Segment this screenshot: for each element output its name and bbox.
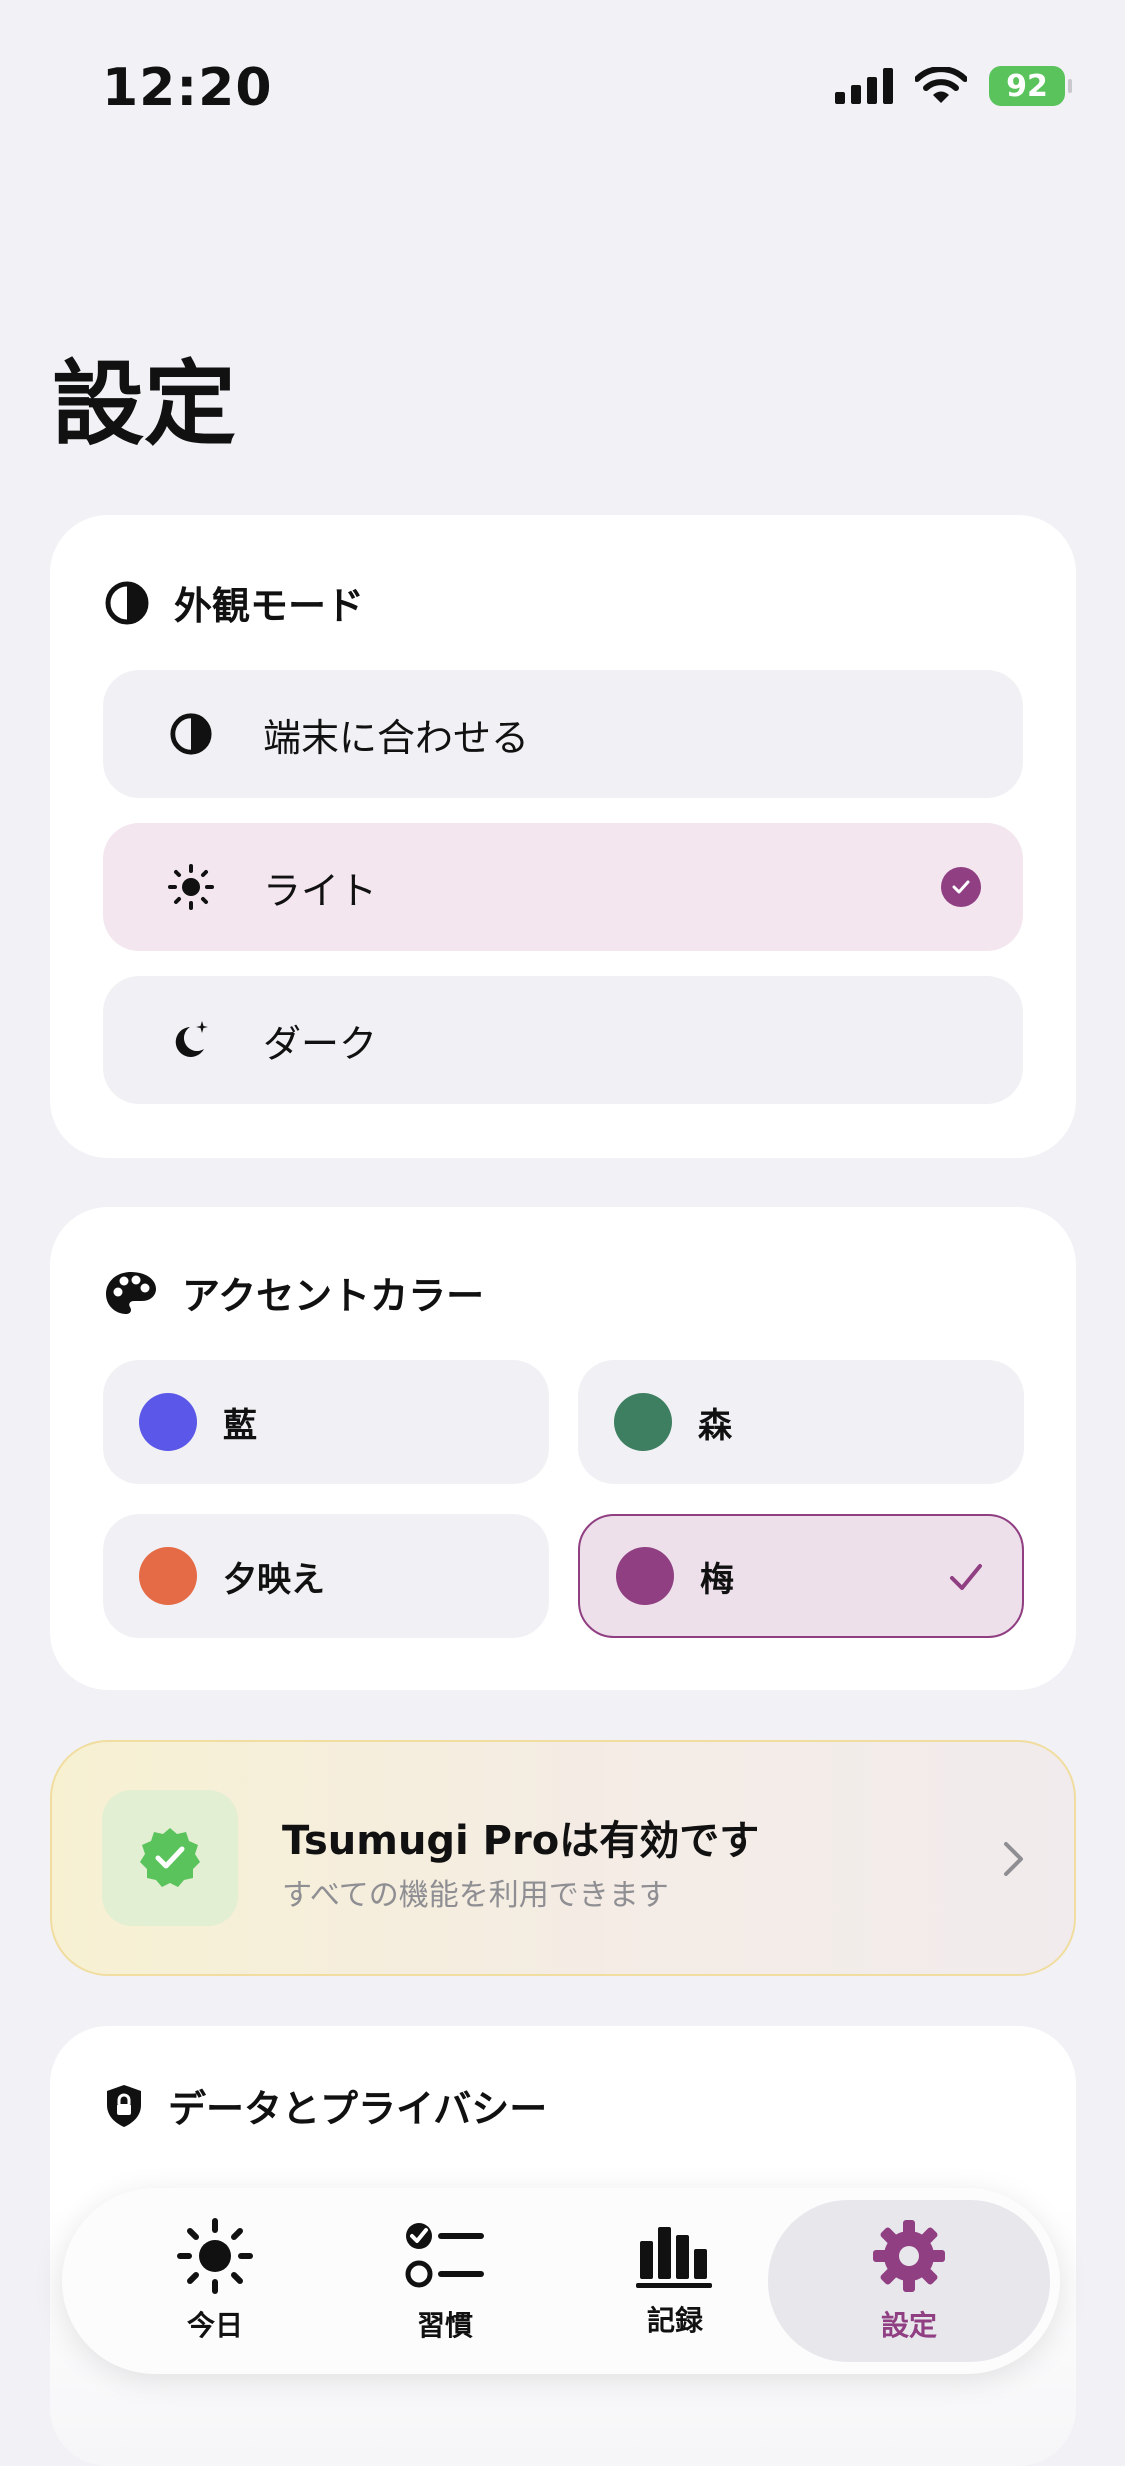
status-icons: 92	[835, 66, 1072, 106]
tab-label: 記録	[646, 2304, 703, 2337]
checkmark-icon	[950, 1564, 982, 1590]
pro-title: Tsumugi Proは有効です	[282, 1818, 760, 1864]
privacy-header-label: データとプライバシー	[168, 2087, 548, 2131]
palette-icon	[106, 1271, 156, 1314]
sun-icon	[168, 864, 214, 910]
accent-option-ume[interactable]: 梅	[578, 1514, 1024, 1638]
verified-badge-icon	[140, 1828, 200, 1887]
signal-icon	[835, 68, 893, 104]
shield-lock-icon	[107, 2084, 141, 2127]
accent-card: アクセントカラー 藍 森 夕映え 梅	[50, 1207, 1076, 1690]
accent-label: 森	[698, 1405, 732, 1446]
accent-label: 藍	[223, 1405, 257, 1446]
accent-label: 梅	[700, 1559, 734, 1600]
pro-status-card[interactable]: Tsumugi Proは有効です すべての機能を利用できます	[50, 1740, 1076, 1976]
tab-bar: 今日 習慣 記録 設定	[62, 2188, 1060, 2374]
tab-label: 習慣	[416, 2309, 473, 2342]
accent-option-ai[interactable]: 藍	[103, 1360, 549, 1484]
half-circle-icon	[105, 581, 149, 624]
pro-subtitle: すべての機能を利用できます	[282, 1878, 669, 1913]
appearance-option-light[interactable]: ライト	[103, 823, 1023, 951]
tab-label: 設定	[880, 2309, 937, 2342]
wifi-icon	[915, 67, 967, 103]
tab-label: 今日	[186, 2309, 243, 2342]
selected-check-icon	[941, 867, 981, 907]
appearance-card: 外観モード 端末に合わせる ライト ダーク	[50, 515, 1076, 1158]
page-title: 設定	[52, 351, 237, 458]
status-time: 12:20	[102, 58, 273, 118]
tab-settings[interactable]: 設定	[768, 2200, 1050, 2362]
option-label: 端末に合わせる	[263, 715, 530, 760]
tab-records[interactable]: 記録	[560, 2188, 790, 2374]
battery-indicator: 92	[989, 66, 1072, 106]
option-label: ダーク	[263, 1021, 378, 1066]
accent-label: 夕映え	[223, 1559, 325, 1600]
color-swatch	[139, 1547, 197, 1605]
accent-header: アクセントカラー	[104, 1265, 484, 1320]
chevron-right-icon	[1004, 1842, 1023, 1876]
sun-icon	[177, 2218, 253, 2294]
appearance-option-system[interactable]: 端末に合わせる	[103, 670, 1023, 798]
tab-today[interactable]: 今日	[100, 2188, 330, 2374]
color-swatch	[616, 1547, 674, 1605]
appearance-header: 外観モード	[104, 575, 364, 630]
half-circle-icon	[170, 713, 212, 755]
pro-badge	[102, 1790, 238, 1926]
checklist-icon	[405, 2223, 484, 2288]
privacy-header: データとプライバシー	[104, 2078, 547, 2133]
accent-header-label: アクセントカラー	[182, 1274, 485, 1318]
accent-option-yuubae[interactable]: 夕映え	[103, 1514, 549, 1638]
appearance-header-label: 外観モード	[174, 584, 365, 628]
tab-habits[interactable]: 習慣	[330, 2188, 560, 2374]
bar-chart-icon	[636, 2227, 712, 2288]
accent-option-mori[interactable]: 森	[578, 1360, 1024, 1484]
color-swatch	[614, 1393, 672, 1451]
option-label: ライト	[263, 868, 378, 913]
battery-level: 92	[1006, 68, 1048, 104]
gear-icon	[873, 2220, 945, 2292]
appearance-option-dark[interactable]: ダーク	[103, 976, 1023, 1104]
color-swatch	[139, 1393, 197, 1451]
moon-stars-icon	[175, 1021, 208, 1057]
